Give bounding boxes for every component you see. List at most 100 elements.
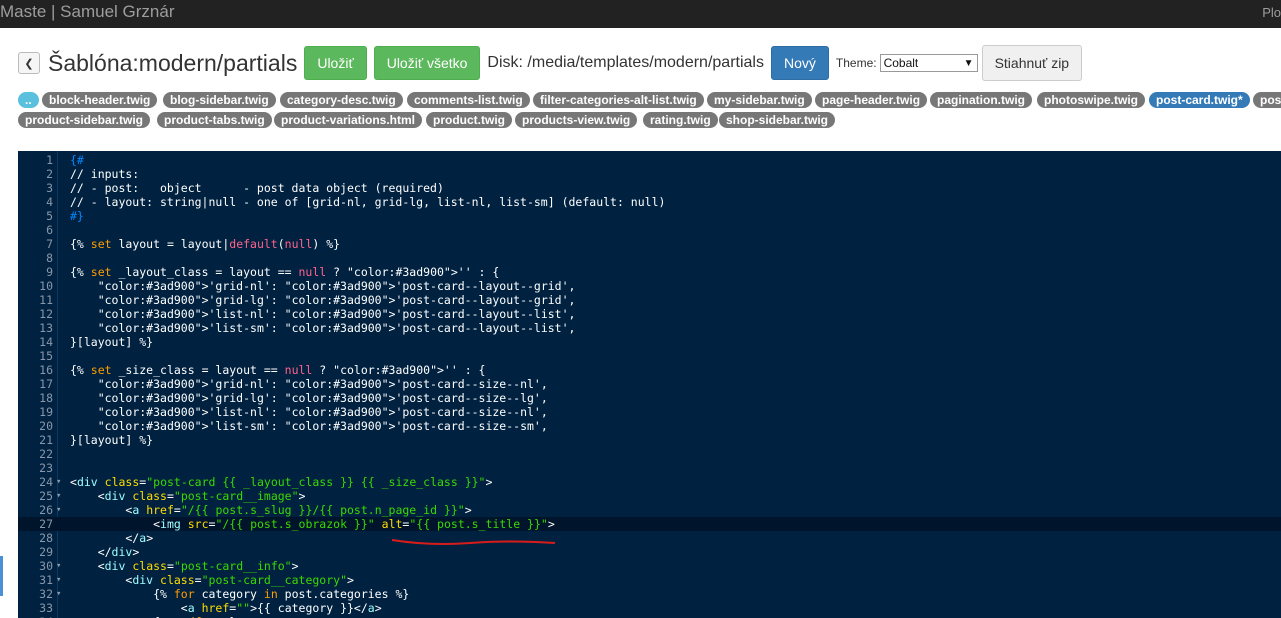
line-number: 6 [46,223,53,237]
code-editor[interactable]: 1 {# 2 // inputs: 3 // - post: object - post … [18,151,1281,618]
file-tab[interactable]: products-view.twig [515,112,638,128]
file-tab[interactable]: rating.twig [643,112,718,128]
navbar-right-link[interactable]: Plo [1262,5,1281,20]
line-number: 2 [46,167,53,181]
code-text: }[layout] %} [70,335,154,349]
code-text: "color:#3ad900">'grid-lg': "color:#3ad90… [97,293,576,307]
code-text: }[layout] %} [70,433,154,447]
line-number: 26 [39,503,53,517]
code-line[interactable]: 16 {% set _size_class = layout == null ? … [18,363,1281,377]
line-number: 18 [39,391,53,405]
fold-toggle-icon[interactable]: ▾ [56,573,61,587]
file-tab[interactable]: my-sidebar.twig [707,92,812,108]
code-line[interactable]: 23 [18,461,1281,475]
code-text: <a href="/{{ post.s_slug }}/{{ post.n_pa… [70,503,472,517]
back-button[interactable]: ❮ [18,52,40,74]
code-line[interactable]: 9 {% set _layout_class = layout == null ?… [18,265,1281,279]
code-line[interactable]: 1 {# [18,153,1281,167]
download-zip-button[interactable]: Stiahnuť zip [981,45,1083,81]
line-number: 33 [39,601,53,615]
line-number: 4 [46,195,53,209]
file-tab[interactable]: page-header.twig [815,92,928,108]
file-tab[interactable]: product-sidebar.twig [18,112,151,128]
code-line[interactable]: 6 [18,223,1281,237]
code-line[interactable]: 4 // - layout: string|null - one of [grid… [18,195,1281,209]
code-line[interactable]: 29 </div> [18,545,1281,559]
code-text: {% set _size_class = layout == null ? "c… [70,363,486,377]
code-line[interactable]: 18 "color:#3ad900">'grid-lg': "color:#3a… [18,391,1281,405]
new-file-button[interactable]: Nový [770,46,829,80]
code-line[interactable]: 2 // inputs: [18,167,1281,181]
code-line[interactable]: 22 [18,447,1281,461]
code-line[interactable]: 20 "color:#3ad900">'list-sm': "color:#3a… [18,419,1281,433]
code-line[interactable]: 28 </a> [18,531,1281,545]
code-text: {# [70,153,84,167]
code-line[interactable]: 19 "color:#3ad900">'list-nl': "color:#3a… [18,405,1281,419]
file-tab[interactable]: pos [1253,92,1281,108]
code-text: <div class="post-card__info"> [70,559,299,573]
code-line[interactable]: 25 ▾ <div class="post-card__image"> [18,489,1281,503]
line-number: 29 [39,545,53,559]
theme-select-value: Cobalt [883,56,919,70]
code-line[interactable]: 17 "color:#3ad900">'grid-nl': "color:#3a… [18,377,1281,391]
code-line[interactable]: 31 ▾ <div class="post-card__category"> [18,573,1281,587]
page-title: Šablóna:modern/partials [48,49,298,76]
code-line[interactable]: 3 // - post: object - post data object (r… [18,181,1281,195]
file-tab[interactable]: blog-sidebar.twig [163,92,276,108]
line-number: 27 [39,517,53,531]
file-tab[interactable]: filter-categories-alt-list.twig [533,92,704,108]
fold-toggle-icon[interactable]: ▾ [56,587,61,601]
code-text: {% for category in post.categories %} [70,587,410,601]
fold-toggle-icon[interactable]: ▾ [56,475,61,489]
code-line[interactable]: 5 #} [18,209,1281,223]
file-tab[interactable]: product-variations.html [274,112,423,128]
line-number: 25 [39,489,53,503]
brand[interactable]: Maste | Samuel Grznár [0,2,174,22]
line-number: 11 [39,293,53,307]
code-text: "color:#3ad900">'list-nl': "color:#3ad90… [97,307,576,321]
line-number: 17 [39,377,53,391]
top-navbar: Maste | Samuel Grznár Plo [0,0,1281,28]
code-line[interactable]: 32 ▾ {% for category in post.categories %… [18,587,1281,601]
code-text: "color:#3ad900">'grid-nl': "color:#3ad90… [97,377,548,391]
theme-select[interactable]: Cobalt ▼ [879,54,978,72]
file-tab[interactable]: shop-sidebar.twig [719,112,836,128]
code-text: // - layout: string|null - one of [grid-… [70,195,666,209]
file-tab[interactable]: product.twig [426,112,512,128]
code-line[interactable]: 15 [18,349,1281,363]
line-number: 24 [39,475,53,489]
code-line[interactable]: 14}[layout] %} [18,335,1281,349]
code-line[interactable]: 21}[layout] %} [18,433,1281,447]
line-number: 5 [46,209,53,223]
parent-folder-tab[interactable]: .. [18,92,39,108]
file-tab[interactable]: category-desc.twig [280,92,403,108]
line-number: 28 [39,531,53,545]
file-tab[interactable]: block-header.twig [42,92,158,108]
line-number: 7 [46,237,53,251]
code-line[interactable]: 7 {% set layout = layout|default(null) %} [18,237,1281,251]
code-line[interactable]: 12 "color:#3ad900">'list-nl': "color:#3a… [18,307,1281,321]
fold-toggle-icon[interactable]: ▾ [56,559,61,573]
file-tab[interactable]: product-tabs.twig [157,112,272,128]
code-line[interactable]: 13 "color:#3ad900">'list-sm': "color:#3a… [18,321,1281,335]
code-line[interactable]: 33 <a href="">{{ category }}</a> [18,601,1281,615]
code-line[interactable]: 30 ▾ <div class="post-card__info"> [18,559,1281,573]
code-line[interactable]: 10 "color:#3ad900">'grid-nl': "color:#3a… [18,279,1281,293]
file-tab[interactable]: post-card.twig* [1149,92,1250,108]
save-all-button[interactable]: Uložiť všetko [373,46,481,80]
code-line[interactable]: 11 "color:#3ad900">'grid-lg': "color:#3a… [18,293,1281,307]
line-number: 15 [39,349,53,363]
file-tab[interactable]: photoswipe.twig [1037,92,1145,108]
code-line[interactable]: 8 [18,251,1281,265]
file-tab[interactable]: pagination.twig [930,92,1032,108]
file-tab[interactable]: comments-list.twig [407,92,530,108]
fold-toggle-icon[interactable]: ▾ [56,489,61,503]
code-line[interactable]: 24 ▾ <div class="post-card {{ _layout_clas… [18,475,1281,489]
code-line[interactable]: 26 ▾ <a href="/{{ post.s_slug }}/{{ post.… [18,503,1281,517]
code-text: // - post: object - post data object (re… [70,181,444,195]
code-line[interactable]: 27 <img src="/{{ post.s_obrazok }}" alt=… [18,517,1281,531]
save-button[interactable]: Uložiť [304,46,367,80]
fold-toggle-icon[interactable]: ▾ [56,503,61,517]
code-text: <a href="">{{ category }}</a> [70,601,382,615]
line-number: 13 [39,321,53,335]
